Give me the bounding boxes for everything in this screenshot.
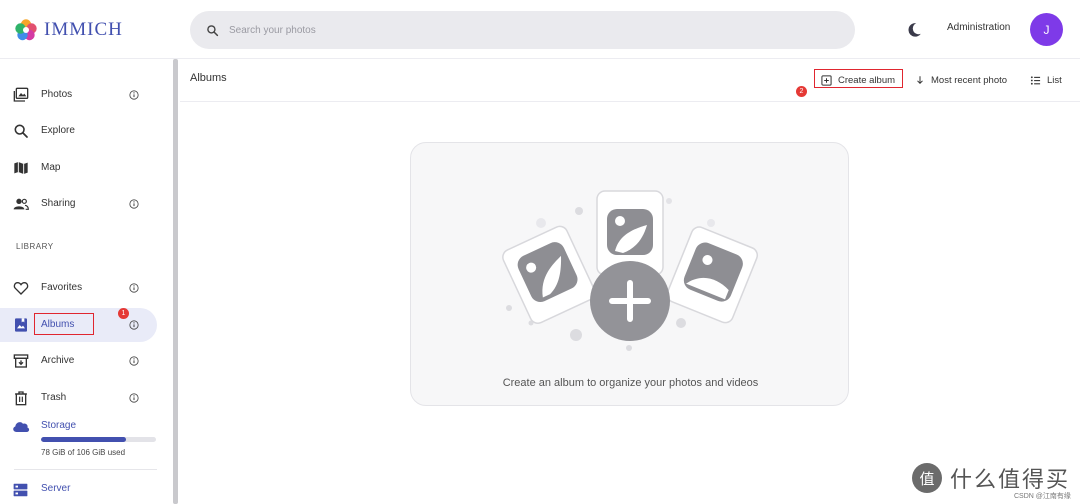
sort-label: Most recent photo xyxy=(931,74,1008,86)
avatar-initial: J xyxy=(1043,22,1050,37)
albums-toolbar: Albums Create album 2 Most recent photo … xyxy=(180,59,1080,102)
watermark-logo: 值 xyxy=(912,463,942,493)
sidebar-item-map[interactable]: Map xyxy=(0,151,157,185)
storage-progress-bar xyxy=(41,437,156,442)
storage-usage-text: 78 GiB of 106 GiB used xyxy=(41,448,126,457)
sidebar-item-label: Archive xyxy=(41,355,75,366)
cloud-icon xyxy=(13,422,30,432)
sidebar-item-explore[interactable]: Explore xyxy=(0,114,157,148)
badge-number: 2 xyxy=(799,88,804,95)
badge-number: 1 xyxy=(121,310,126,317)
sidebar: Photos Explore Map Sharing LIBRARY Favor… xyxy=(0,59,172,504)
sort-button[interactable]: Most recent photo xyxy=(915,70,1007,90)
sidebar-item-label: Trash xyxy=(41,392,67,403)
watermark: 值 什么值得买 xyxy=(912,462,1070,494)
step-badge-2: 2 xyxy=(796,86,807,97)
step-badge-1: 1 xyxy=(118,308,129,319)
info-icon[interactable] xyxy=(129,356,139,366)
archive-icon xyxy=(13,354,29,368)
theme-toggle-moon-icon[interactable] xyxy=(905,21,923,39)
server-icon xyxy=(13,483,28,497)
info-icon[interactable] xyxy=(129,90,139,100)
photos-icon xyxy=(13,87,29,102)
view-list-button[interactable]: List xyxy=(1030,70,1062,90)
storage-progress-fill xyxy=(41,437,127,442)
heart-icon xyxy=(13,281,29,295)
info-icon[interactable] xyxy=(129,199,139,209)
header-bar: IMMICH Administration J xyxy=(0,0,1080,59)
info-icon[interactable] xyxy=(129,320,139,330)
immich-flower-icon xyxy=(15,19,37,41)
info-icon[interactable] xyxy=(129,393,139,403)
watermark-sub: CSDN @江南有缘 xyxy=(1014,493,1071,500)
sidebar-item-label: Photos xyxy=(41,89,73,100)
sidebar-item-archive[interactable]: Archive xyxy=(0,344,157,378)
empty-albums-illustration xyxy=(502,190,759,351)
empty-albums-card[interactable]: Create an album to organize your photos … xyxy=(410,142,849,406)
create-album-highlight-box xyxy=(814,69,903,88)
administration-link[interactable]: Administration xyxy=(947,22,1010,33)
trash-icon xyxy=(15,391,27,406)
sidebar-item-favorites[interactable]: Favorites xyxy=(0,271,157,305)
watermark-text: 什么值得买 xyxy=(950,467,1071,492)
arrow-down-icon xyxy=(917,76,923,85)
empty-state-message: Create an album to organize your photos … xyxy=(502,377,759,389)
search-bar[interactable] xyxy=(190,11,855,49)
view-label: List xyxy=(1047,74,1062,86)
sidebar-item-label: Map xyxy=(41,162,61,173)
sidebar-item-photos[interactable]: Photos xyxy=(0,78,157,112)
map-icon xyxy=(14,162,28,174)
sidebar-scrollbar[interactable] xyxy=(173,59,178,504)
page-title: Albums xyxy=(190,72,227,84)
sidebar-divider xyxy=(14,469,157,470)
people-icon xyxy=(13,198,29,210)
list-icon xyxy=(1030,75,1041,85)
search-icon xyxy=(207,24,219,36)
server-title: Server xyxy=(41,483,71,494)
search-input[interactable] xyxy=(227,23,791,37)
user-avatar[interactable]: J xyxy=(1030,13,1063,46)
sidebar-item-trash[interactable]: Trash xyxy=(0,381,157,415)
logo-text: IMMICH xyxy=(44,19,123,40)
watermark-logo-char: 值 xyxy=(919,470,935,488)
sidebar-item-label: Explore xyxy=(41,125,75,136)
storage-title: Storage xyxy=(41,420,77,431)
info-icon[interactable] xyxy=(129,283,139,293)
sidebar-item-sharing[interactable]: Sharing xyxy=(0,187,157,221)
album-icon xyxy=(15,318,27,332)
albums-highlight-box xyxy=(34,313,94,335)
immich-logo[interactable]: IMMICH xyxy=(14,17,123,43)
search-icon xyxy=(14,124,28,138)
sidebar-item-label: Favorites xyxy=(41,282,83,293)
sidebar-item-label: Sharing xyxy=(41,198,76,209)
library-section-label: LIBRARY xyxy=(16,242,54,251)
